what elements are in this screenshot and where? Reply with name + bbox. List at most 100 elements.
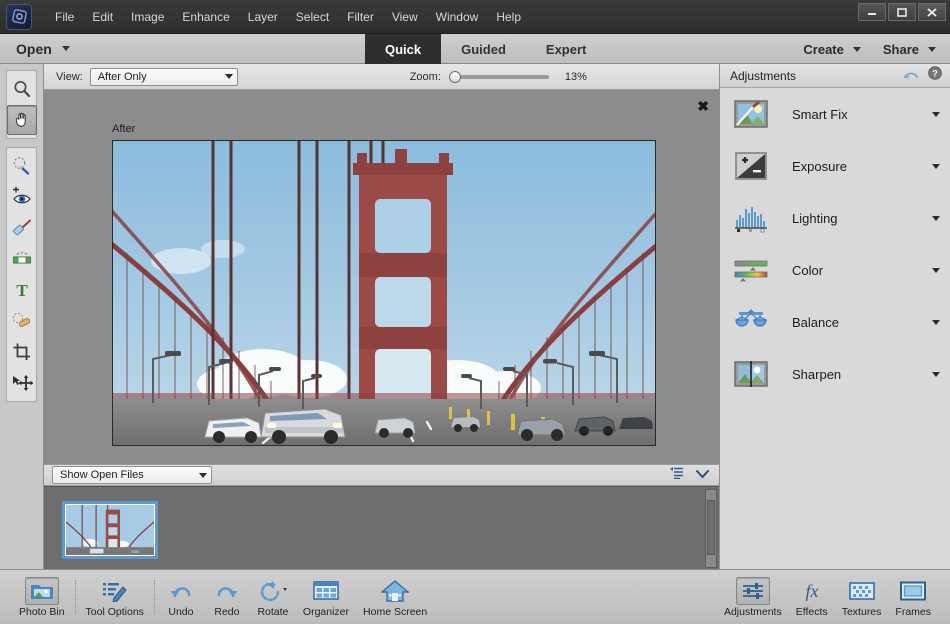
straighten-tool[interactable] [7, 244, 37, 274]
effects-button[interactable]: fx Effects [789, 577, 835, 618]
chevron-down-icon [225, 74, 233, 79]
chevron-down-icon[interactable] [696, 466, 709, 484]
reset-arc-icon[interactable] [903, 67, 919, 85]
chevron-down-icon[interactable] [932, 372, 940, 377]
minimize-button[interactable] [858, 3, 886, 21]
undo-button[interactable]: Undo [158, 577, 204, 618]
menu-layer[interactable]: Layer [239, 6, 287, 28]
image-canvas-area[interactable]: ✖ After [44, 90, 719, 464]
open-button[interactable]: Open [16, 41, 70, 57]
taskbar-label: Frames [895, 606, 931, 618]
adjustment-color[interactable]: Color [720, 244, 950, 296]
svg-text:?: ? [932, 69, 938, 79]
tool-options-icon [102, 577, 128, 605]
taskbar-label: Textures [842, 606, 882, 618]
adjustment-smart-fix[interactable]: Smart Fix [720, 88, 950, 140]
tab-guided[interactable]: Guided [441, 34, 526, 64]
menu-edit[interactable]: Edit [83, 6, 122, 28]
whiten-teeth-tool[interactable] [7, 213, 37, 243]
zoom-tool[interactable] [7, 74, 37, 104]
redo-arrow-icon [214, 577, 240, 605]
crop-tool[interactable] [7, 337, 37, 367]
maximize-button[interactable] [888, 3, 916, 21]
home-screen-button[interactable]: Home Screen [356, 577, 434, 618]
color-sliders-icon [732, 251, 770, 289]
chevron-down-icon[interactable] [932, 112, 940, 117]
chevron-down-icon [928, 47, 936, 52]
title-bar: File Edit Image Enhance Layer Select Fil… [0, 0, 950, 34]
adjustments-button[interactable]: Adjustments [717, 577, 789, 618]
adjustments-panel: Adjustments ? [719, 64, 950, 569]
divider [75, 580, 76, 614]
view-mode-select[interactable]: After Only [90, 68, 238, 86]
tab-quick[interactable]: Quick [365, 34, 441, 64]
bin-menu-icon[interactable] [670, 466, 684, 484]
adjustment-lighting[interactable]: Lighting [720, 192, 950, 244]
move-tool[interactable] [7, 368, 37, 398]
home-icon [381, 577, 409, 605]
share-button[interactable]: Share [883, 42, 936, 57]
zoom-slider-handle[interactable] [449, 71, 461, 83]
menu-help[interactable]: Help [487, 6, 530, 28]
hand-tool[interactable] [7, 105, 37, 135]
panel-header: Adjustments ? [720, 64, 950, 88]
type-tool[interactable]: T [7, 275, 37, 305]
spot-healing-brush-tool[interactable] [7, 306, 37, 336]
textures-button[interactable]: Textures [835, 577, 889, 618]
close-button[interactable] [918, 3, 946, 21]
exposure-icon [732, 147, 770, 185]
menu-window[interactable]: Window [427, 6, 488, 28]
taskbar-label: Tool Options [86, 606, 144, 618]
frames-button[interactable]: Frames [888, 577, 938, 618]
help-question-icon[interactable]: ? [928, 66, 942, 85]
mode-tabs: Quick Guided Expert [365, 34, 606, 64]
create-button[interactable]: Create [803, 42, 860, 57]
menu-file[interactable]: File [46, 6, 83, 28]
mode-bar-actions: Create Share [803, 34, 936, 64]
photo-bin-icon [25, 577, 59, 605]
menu-view[interactable]: View [383, 6, 427, 28]
menu-image[interactable]: Image [122, 6, 173, 28]
photo-bin-button[interactable]: Photo Bin [12, 577, 72, 618]
taskbar-label: Effects [796, 606, 828, 618]
adjustment-sharpen[interactable]: Sharpen [720, 348, 950, 400]
photo-bin-filter-select[interactable]: Show Open Files [52, 466, 212, 484]
adjustment-label: Lighting [792, 211, 932, 226]
bottom-taskbar: Photo Bin Tool Options [0, 569, 950, 624]
window-controls [858, 3, 946, 21]
photoshop-elements-window: File Edit Image Enhance Layer Select Fil… [0, 0, 950, 624]
chevron-down-icon[interactable] [932, 320, 940, 325]
chevron-down-icon[interactable] [932, 268, 940, 273]
adjustment-exposure[interactable]: Exposure [720, 140, 950, 192]
adjustment-balance[interactable]: Balance [720, 296, 950, 348]
adjustment-label: Sharpen [792, 367, 932, 382]
red-eye-removal-tool[interactable] [7, 182, 37, 212]
redo-button[interactable]: Redo [204, 577, 250, 618]
balance-scales-icon [732, 303, 770, 341]
chevron-down-icon [199, 473, 207, 478]
menu-enhance[interactable]: Enhance [173, 6, 238, 28]
adjustment-label: Balance [792, 315, 932, 330]
chevron-down-icon [62, 46, 70, 51]
golden-gate-thumbnail[interactable] [62, 501, 158, 559]
chevron-down-icon [853, 47, 861, 52]
menu-filter[interactable]: Filter [338, 6, 383, 28]
tool-group-edit: T [6, 147, 37, 402]
adjustment-label: Color [792, 263, 932, 278]
rotate-button[interactable]: Rotate [250, 577, 296, 618]
photo-bin-scroll-thumb[interactable] [707, 500, 715, 555]
photo-bin-scrollbar[interactable] [705, 489, 717, 568]
zoom-slider[interactable] [449, 75, 549, 79]
svg-text:T: T [16, 281, 28, 300]
chevron-down-icon[interactable] [932, 164, 940, 169]
organizer-button[interactable]: Organizer [296, 577, 356, 618]
chevron-down-icon[interactable] [932, 216, 940, 221]
view-label: View: [56, 71, 83, 83]
quick-selection-tool[interactable] [7, 151, 37, 181]
close-image-icon[interactable]: ✖ [697, 99, 709, 113]
tool-options-button[interactable]: Tool Options [79, 577, 151, 618]
after-image[interactable] [112, 140, 656, 446]
tab-expert[interactable]: Expert [526, 34, 606, 64]
photo-bin-filter-value: Show Open Files [60, 469, 144, 481]
menu-select[interactable]: Select [287, 6, 338, 28]
